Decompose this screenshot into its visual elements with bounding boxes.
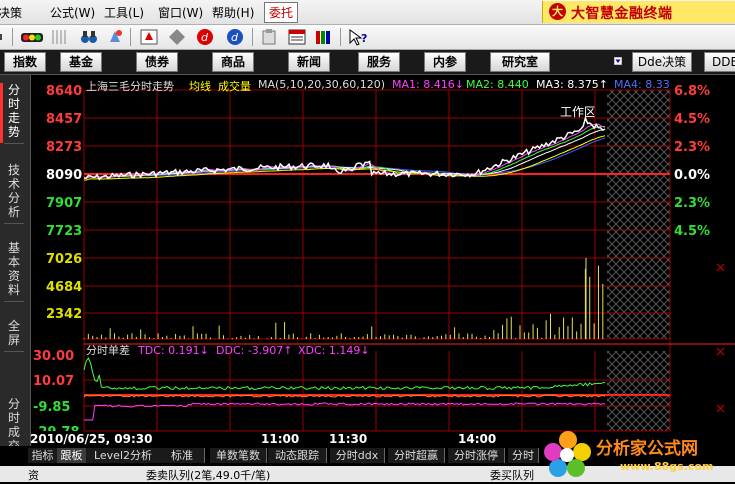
pct-label: 2.3% [674,140,711,155]
tab-intraday-ddx[interactable]: 分时ddx [330,448,385,463]
volume-label: 成交量 [218,80,251,93]
queue-side-label: 资 [28,469,39,482]
avg-line-label: 均线 [189,80,211,93]
flower-logo-icon [544,431,591,477]
ma1-value: MA1: 8.416↓ [392,78,464,91]
price-label: 7907 [46,196,83,211]
tab-intraday-limitup[interactable]: 分时涨停 [448,448,505,463]
chart-name: 上海三毛分时走势 [86,80,174,93]
sub-axis-label: -29.78 [33,425,80,431]
price-label: 8090 [46,168,83,183]
future-hatch-area [607,90,670,339]
chart-grid [83,89,671,432]
pct-label: 2.3% [674,196,711,211]
time-tick: 11:30 [329,432,368,446]
ma4-value: MA4: 8.333 [614,78,670,91]
close-x-icon[interactable] [716,404,725,413]
tdc-value: TDC: 0.191↓ [138,344,209,357]
ma-params: MA(5,10,20,30,60,120) [258,78,386,91]
pct-label: 4.5% [674,112,711,127]
ma3-value: MA3: 8.375↑ [536,78,608,91]
volume-axis-label: 4684 [46,280,83,295]
watermark-url: www.88gs.com [620,460,714,473]
time-tick: 14:00 [458,432,497,446]
price-label: 8457 [46,112,83,127]
xdc-value: XDC: 1.149↓ [298,344,370,357]
sell-queue-label: 委卖队列(2笔,49.0千/笔) [146,469,271,482]
volume-axis-label: 7026 [46,252,83,267]
pct-label: 6.8% [674,84,711,99]
sub-axis-label: -9.85 [33,400,71,415]
sub-axis-label: 10.07 [33,374,75,389]
tab-intraday-super[interactable]: 分时超赢 [388,448,445,463]
tab-intraday-more[interactable]: 分时 [508,448,539,463]
pct-label: 4.5% [674,224,711,239]
sub-indicator-line [83,357,606,391]
volume-bars [83,258,604,339]
price-line [83,115,606,181]
sub-lines [83,357,606,421]
price-label: 7723 [46,224,83,239]
sub-chart-title: 分时单差 [86,344,130,357]
price-label: 8640 [46,84,83,99]
watermark: 分析家公式网 www.88gs.com [538,424,735,484]
close-x-icon[interactable] [716,347,725,356]
tab-follow[interactable]: 跟板 [57,448,87,463]
future-hatch-area-sub [607,351,670,431]
close-x-icon[interactable] [716,263,725,272]
sub-axis-label: 30.00 [33,349,75,364]
tab-order-count[interactable]: 单数笔数 [210,448,267,463]
tab-dynamic-track[interactable]: 动态跟踪 [268,448,327,463]
pct-label: 0.0% [674,168,711,183]
tab-indicator[interactable]: 指标 [28,448,58,463]
buy-queue-label: 委买队列 [490,469,534,482]
ddc-value: DDC: -3.907↑ [216,344,293,357]
volume-axis-label: 2342 [46,307,83,322]
intraday-chart [83,89,735,432]
tab-level2[interactable]: Level2分析 [86,448,161,463]
price-label: 8273 [46,140,83,155]
tab-standard[interactable]: 标准 [160,448,205,463]
time-axis-start: 2010/06/25, 09:30 [30,432,153,446]
price-lines [83,115,606,181]
time-tick: 11:00 [261,432,300,446]
ma2-value: MA2: 8.440 [466,78,529,91]
watermark-name: 分析家公式网 [596,439,698,459]
